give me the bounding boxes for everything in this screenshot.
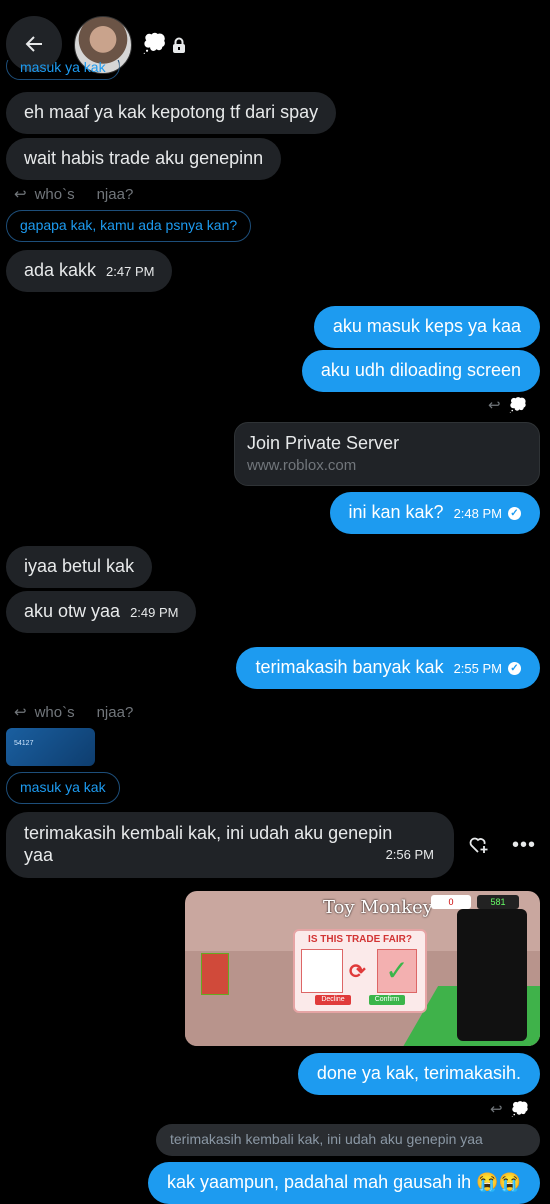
trade-offer-grid [301, 949, 343, 993]
image-thumbnail[interactable]: 54127 [6, 728, 95, 766]
decline-button[interactable]: Decline [315, 995, 351, 1005]
coins-left: 0 [431, 895, 471, 909]
arrow-left-icon [25, 36, 42, 52]
trade-title: IS THIS TRADE FAIR? [308, 934, 412, 945]
game-side-panel [457, 909, 527, 1041]
quoted-message[interactable]: gapapa kak, kamu ada psnya kan? [6, 210, 252, 242]
incoming-message[interactable]: wait habis trade aku genepinn [6, 138, 282, 180]
reply-arrow-icon: ↩ [490, 1101, 503, 1118]
outgoing-message[interactable]: terimakasih banyak kak 2:55 PM ✓ [236, 647, 540, 689]
reply-arrow-icon: ↩ [14, 186, 27, 203]
timestamp: 2:56 PM [385, 847, 434, 862]
lock-icon [173, 37, 185, 53]
outgoing-message[interactable]: aku udh diloading screen [301, 350, 540, 392]
incoming-message[interactable]: terimakasih kembali kak, ini udah aku ge… [6, 812, 454, 878]
reply-action[interactable]: ↩ 💭 [488, 396, 527, 414]
message-last-line: yaa 2:56 PM [24, 845, 434, 865]
incoming-message[interactable]: iyaa betul kak [6, 546, 153, 588]
heart-add-icon[interactable] [469, 836, 489, 854]
confirm-button[interactable]: Confirm [369, 995, 405, 1005]
thought-bubble-icon: 💭 [510, 1101, 530, 1118]
incoming-message[interactable]: aku otw yaa 2:49 PM [6, 591, 197, 633]
timestamp: 2:49 PM [130, 605, 179, 620]
thought-bubble-icon: 💭 [142, 33, 167, 55]
header: 💭 masuk ya kak [0, 0, 550, 80]
read-check-icon: ✓ [508, 661, 521, 675]
quoted-message[interactable]: terimakasih kembali kak, ini udah aku ge… [156, 1124, 540, 1156]
reply-action[interactable]: ↩ 💭 [490, 1100, 529, 1118]
game-screenshot[interactable]: Toy Monkey 0 581 IS THIS TRADE FAIR? ⟳ ✓… [185, 891, 540, 1046]
timestamp: 2:55 PM [453, 661, 502, 676]
thought-bubble-icon: 💭 [508, 397, 528, 414]
outgoing-message[interactable]: aku masuk keps ya kaa [313, 306, 540, 348]
more-options-icon[interactable]: ••• [512, 834, 536, 857]
timestamp: 2:48 PM [453, 506, 502, 521]
reply-reference: ↩ who`s njaa? [14, 704, 134, 721]
incoming-message[interactable]: eh maaf ya kak kepotong tf dari spay [6, 92, 337, 134]
reply-reference: ↩ who`s njaa? [14, 186, 134, 203]
outgoing-message[interactable]: ini kan kak? 2:48 PM ✓ [329, 492, 540, 534]
refresh-icon: ⟳ [349, 961, 366, 983]
incoming-message[interactable]: ada kakk 2:47 PM [6, 250, 173, 292]
link-domain: www.roblox.com [247, 457, 357, 474]
trade-dialog: IS THIS TRADE FAIR? ⟳ ✓ Decline Confirm [293, 929, 427, 1013]
quoted-message[interactable]: masuk ya kak [6, 772, 120, 804]
game-item-stack [201, 953, 229, 995]
coins-right: 581 [477, 895, 519, 909]
game-title: Toy Monkey [323, 897, 433, 918]
reply-arrow-icon: ↩ [488, 397, 501, 414]
outgoing-message[interactable]: done ya kak, terimakasih. [297, 1053, 540, 1095]
outgoing-message[interactable]: kak yaampun, padahal mah gausah ih 😭😭 [147, 1162, 540, 1204]
trade-check: ✓ [377, 949, 417, 993]
read-check-icon: ✓ [508, 506, 521, 520]
link-title: Join Private Server [247, 433, 400, 453]
link-card[interactable]: Join Private Server www.roblox.com [234, 422, 540, 486]
reply-arrow-icon: ↩ [14, 704, 27, 721]
timestamp: 2:47 PM [106, 264, 155, 279]
